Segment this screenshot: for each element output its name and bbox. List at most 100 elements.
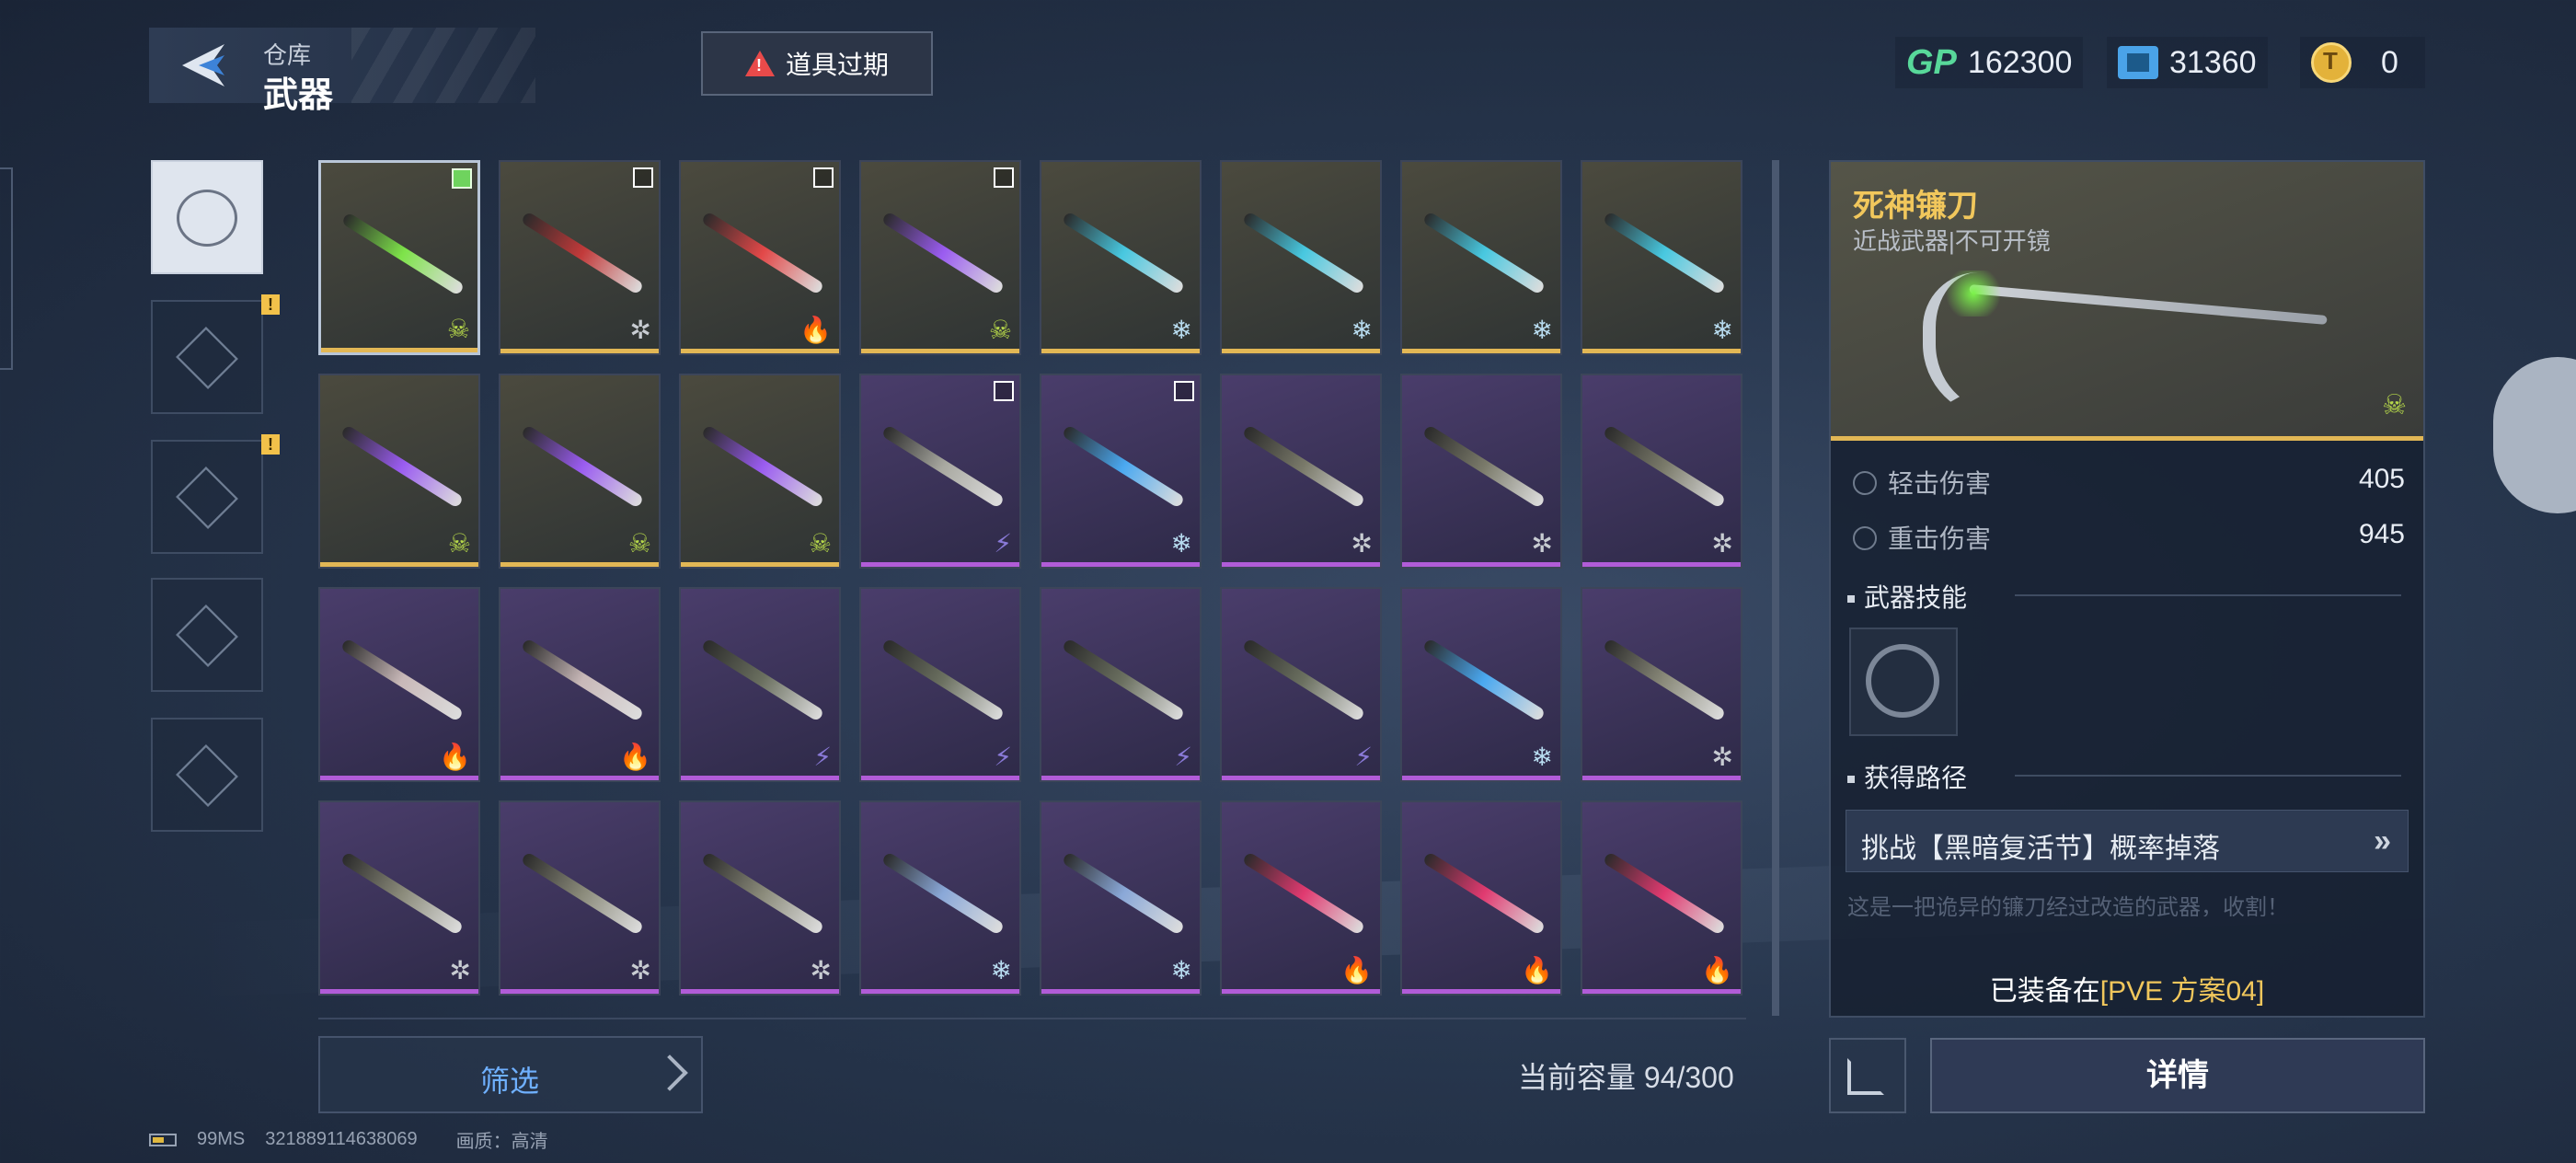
select-checkbox[interactable] — [994, 167, 1014, 188]
weapon-slot[interactable]: ✲ — [1581, 374, 1742, 569]
equipped-status: 已装备在[PVE 方案04] — [1831, 968, 2423, 1008]
weapon-image — [700, 211, 825, 295]
bolt-element-icon: ⚡ — [994, 743, 1012, 771]
weapon-slot[interactable]: 🔥 — [1400, 800, 1562, 996]
category-vehicles[interactable] — [151, 578, 263, 692]
weapon-slot[interactable]: ❄ — [1040, 160, 1202, 355]
stat-label: 重击伤害 — [1888, 524, 1992, 553]
weapon-slot[interactable]: ☠ — [318, 160, 480, 355]
coin-value: 0 — [2381, 44, 2398, 80]
ice-element-icon: ❄ — [1170, 529, 1192, 558]
rarity-bar — [861, 776, 1019, 780]
select-checkbox[interactable] — [813, 167, 834, 188]
weapon-type: 近战武器|不可开镜 — [1853, 227, 2051, 255]
weapon-slot[interactable]: ⚡ — [1220, 587, 1382, 782]
weapon-image — [1602, 424, 1727, 509]
vehicle-icon — [176, 605, 238, 667]
select-checkbox[interactable] — [633, 167, 653, 188]
back-arrow-icon[interactable] — [177, 39, 230, 92]
weapon-slot[interactable]: ✲ — [1581, 587, 1742, 782]
weapon-image — [700, 638, 825, 722]
details-button[interactable]: 详情 — [1930, 1038, 2425, 1113]
rarity-bar — [1041, 562, 1200, 567]
weapon-slot[interactable]: ❄ — [859, 800, 1021, 996]
rarity-bar — [1041, 989, 1200, 994]
weapon-slot[interactable]: ✲ — [679, 800, 841, 996]
weapon-slot[interactable]: ⚡ — [1040, 587, 1202, 782]
page-header: 仓库 武器 — [149, 28, 535, 115]
rarity-bar — [320, 989, 478, 994]
notice-badge: ! — [261, 294, 280, 315]
weapon-slot[interactable]: ⚡ — [859, 587, 1021, 782]
weapon-slot[interactable]: 🔥 — [679, 160, 841, 355]
weapon-image — [700, 851, 825, 936]
weapon-slot[interactable]: 🔥 — [499, 587, 661, 782]
rarity-bar — [861, 989, 1019, 994]
weapon-slot[interactable]: ✲ — [318, 800, 480, 996]
bolt-element-icon: ⚡ — [813, 743, 832, 771]
acquire-route-button[interactable]: 挑战【黑暗复活节】概率掉落 » — [1846, 810, 2409, 872]
category-weapons[interactable] — [151, 160, 263, 274]
star-element-icon: ✲ — [1351, 529, 1373, 558]
weapon-slot[interactable]: ☠ — [499, 374, 661, 569]
star-element-icon: ✲ — [629, 316, 651, 344]
rarity-bar — [1041, 776, 1200, 780]
weapon-image — [1241, 211, 1366, 295]
expired-items-button[interactable]: ! 道具过期 — [701, 31, 933, 96]
weapon-slot[interactable]: ✲ — [499, 800, 661, 996]
weapon-image — [1061, 851, 1186, 936]
currency-gp: GP 162300 — [1895, 37, 2084, 88]
select-checkbox[interactable] — [1174, 381, 1194, 401]
weapon-slot[interactable]: ⚡ — [859, 374, 1021, 569]
rarity-bar — [1222, 562, 1380, 567]
weapon-image — [1241, 638, 1366, 722]
right-edge-button[interactable] — [2493, 357, 2576, 513]
weapon-slot[interactable]: ❄ — [1581, 160, 1742, 355]
ticket-icon — [2118, 46, 2158, 79]
rarity-bar — [500, 562, 659, 567]
weapon-slot[interactable]: ❄ — [1220, 160, 1382, 355]
weapon-image — [1241, 851, 1366, 936]
section-route-title: 获得路径 — [1847, 758, 1967, 795]
weapon-slot[interactable]: ❄ — [1040, 374, 1202, 569]
weapon-slot[interactable]: ☠ — [859, 160, 1021, 355]
weapon-slot[interactable]: ✲ — [1400, 374, 1562, 569]
rarity-bar — [861, 562, 1019, 567]
left-edge-tab[interactable] — [0, 167, 13, 370]
page-title: 武器 — [263, 76, 334, 115]
capacity-text: 当前容量 94/300 — [1518, 1061, 1734, 1094]
select-checkbox[interactable] — [452, 168, 472, 189]
weapon-image — [1061, 424, 1186, 509]
weapon-slot[interactable]: ✲ — [1220, 374, 1382, 569]
stat-light-damage: 轻击伤害 405 — [1853, 464, 2405, 508]
weapon-slot[interactable]: ☠ — [318, 374, 480, 569]
share-button[interactable] — [1829, 1038, 1906, 1113]
rarity-bar — [1402, 562, 1560, 567]
ice-element-icon: ❄ — [1711, 316, 1733, 344]
weapon-image — [880, 638, 1006, 722]
weapon-slot[interactable]: ✲ — [499, 160, 661, 355]
battery-icon — [149, 1133, 177, 1146]
weapon-slot[interactable]: ❄ — [1040, 800, 1202, 996]
weapon-slot[interactable]: ⚡ — [679, 587, 841, 782]
category-tools[interactable] — [151, 718, 263, 832]
star-element-icon: ✲ — [1711, 743, 1733, 771]
weapon-slot[interactable]: 🔥 — [318, 587, 480, 782]
weapon-slot[interactable]: ❄ — [1400, 160, 1562, 355]
weapon-slot[interactable]: ❄ — [1400, 587, 1562, 782]
weapon-slot[interactable]: ☠ — [679, 374, 841, 569]
filter-button[interactable]: 筛选 — [318, 1036, 703, 1113]
ice-element-icon: ❄ — [1170, 316, 1192, 344]
weapon-slot[interactable]: 🔥 — [1220, 800, 1382, 996]
fire-element-icon: 🔥 — [1521, 956, 1553, 985]
weapon-slot[interactable]: 🔥 — [1581, 800, 1742, 996]
stat-value: 405 — [2358, 464, 2405, 494]
category-capsules[interactable]: ! — [151, 434, 280, 554]
light-attack-icon — [1853, 471, 1877, 495]
rarity-bar — [681, 776, 839, 780]
weapon-skill-slot[interactable] — [1849, 628, 1958, 736]
notice-badge: ! — [261, 434, 280, 455]
category-frames[interactable]: ! — [151, 294, 280, 414]
grid-scrollbar[interactable] — [1772, 160, 1779, 1016]
select-checkbox[interactable] — [994, 381, 1014, 401]
